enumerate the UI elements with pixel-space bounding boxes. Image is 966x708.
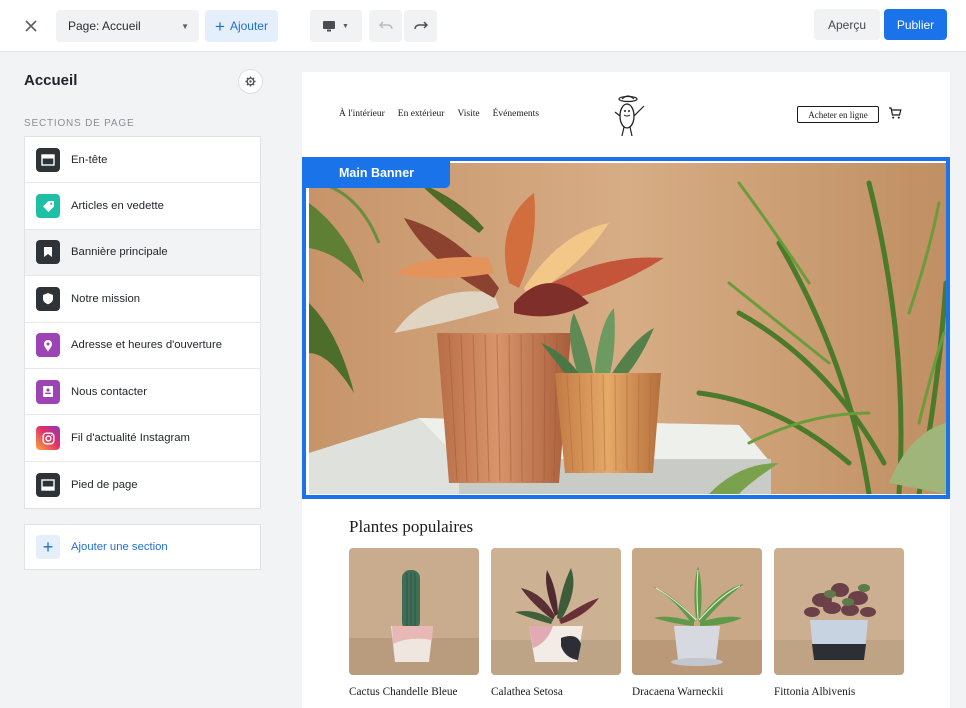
product-name[interactable]: Cactus Chandelle Bleue	[349, 686, 479, 698]
top-toolbar: Page: Accueil ▼ + Ajouter ▼ Aperçu Publi…	[0, 0, 966, 52]
cart-icon[interactable]	[888, 106, 902, 120]
section-item-label: Adresse et heures d'ouverture	[71, 339, 222, 352]
header-icon	[36, 147, 60, 172]
section-item-header[interactable]: En-tête	[25, 137, 260, 184]
section-item-footer[interactable]: Pied de page	[25, 462, 260, 508]
section-item-featured[interactable]: Articles en vedette	[25, 183, 260, 230]
undo-button[interactable]	[369, 10, 402, 42]
site-nav-link[interactable]: À l'intérieur	[339, 109, 385, 119]
popular-plants-title: Plantes populaires	[349, 517, 474, 536]
product-name[interactable]: Calathea Setosa	[491, 686, 621, 698]
section-item-contact[interactable]: Nous contacter	[25, 369, 260, 416]
tag-icon	[36, 194, 60, 219]
product-name[interactable]: Fittonia Albivenis	[774, 686, 904, 698]
add-button[interactable]: + Ajouter	[205, 10, 278, 42]
product-image[interactable]	[774, 548, 904, 675]
add-section-label: Ajouter une section	[71, 541, 168, 553]
redo-button[interactable]	[404, 10, 437, 42]
preview-button[interactable]: Aperçu	[814, 9, 880, 40]
device-view-button[interactable]: ▼	[310, 10, 362, 42]
product-name[interactable]: Dracaena Warneckii	[632, 686, 762, 698]
product-grid: Cactus Chandelle Bleue Calathea Setosa D…	[349, 548, 909, 708]
section-item-main-banner[interactable]: Bannière principale	[25, 229, 260, 277]
page-settings-button[interactable]	[238, 69, 263, 94]
footer-icon	[36, 472, 60, 497]
section-item-mission[interactable]: Notre mission	[25, 276, 260, 323]
main-banner-selection-outline	[302, 157, 950, 499]
desktop-icon	[323, 20, 336, 31]
site-nav-link[interactable]: En extérieur	[398, 109, 445, 119]
site-preview: À l'intérieur En extérieur Visite Événem…	[302, 72, 950, 708]
sidebar-title: Accueil	[24, 72, 78, 89]
add-button-label: Ajouter	[229, 19, 268, 33]
sections-caption: SECTIONS DE PAGE	[24, 118, 135, 129]
publish-button[interactable]: Publier	[884, 9, 947, 40]
plus-icon: +	[36, 535, 60, 559]
product-card[interactable]: Calathea Setosa	[491, 548, 621, 698]
close-icon	[25, 20, 37, 32]
site-nav-link[interactable]: Événements	[493, 109, 539, 119]
section-item-label: Articles en vedette	[71, 200, 164, 213]
section-item-label: Fil d'actualité Instagram	[71, 432, 190, 445]
product-card[interactable]: Cactus Chandelle Bleue	[349, 548, 479, 698]
product-image[interactable]	[491, 548, 621, 675]
section-item-address-hours[interactable]: Adresse et heures d'ouverture	[25, 323, 260, 369]
site-nav-link[interactable]: Visite	[457, 109, 479, 119]
plus-icon: +	[215, 16, 225, 36]
add-section-button[interactable]: + Ajouter une section	[24, 524, 261, 570]
instagram-icon	[36, 426, 60, 451]
product-card[interactable]: Dracaena Warneckii	[632, 548, 762, 698]
section-item-label: Bannière principale	[71, 246, 168, 259]
sidebar: Accueil SECTIONS DE PAGE En-tête Article…	[0, 52, 282, 708]
shield-icon	[36, 286, 60, 311]
bookmark-icon	[36, 240, 60, 265]
gear-icon	[245, 76, 256, 87]
undo-icon	[378, 21, 393, 30]
page-select-value: Page: Accueil	[68, 19, 141, 33]
product-image[interactable]	[349, 548, 479, 675]
close-button[interactable]	[14, 12, 48, 40]
section-item-label: Nous contacter	[71, 385, 147, 398]
product-card[interactable]: Fittonia Albivenis	[774, 548, 904, 698]
product-image[interactable]	[632, 548, 762, 675]
contact-card-icon	[36, 379, 60, 404]
site-nav: À l'intérieur En extérieur Visite Événem…	[339, 109, 539, 119]
chevron-down-icon: ▼	[342, 22, 349, 30]
site-logo[interactable]	[611, 94, 647, 138]
shop-online-button[interactable]: Acheter en ligne	[797, 106, 879, 123]
section-item-label: Pied de page	[71, 478, 138, 491]
section-item-label: Notre mission	[71, 292, 141, 305]
chevron-down-icon: ▼	[181, 21, 189, 31]
location-pin-icon	[36, 333, 60, 358]
redo-icon	[413, 21, 428, 30]
page-select[interactable]: Page: Accueil ▼	[56, 10, 199, 42]
section-item-label: En-tête	[71, 153, 108, 166]
section-list: En-tête Articles en vedette Bannière pri…	[24, 136, 261, 510]
section-item-instagram[interactable]: Fil d'actualité Instagram	[25, 415, 260, 462]
main-banner-label[interactable]: Main Banner	[302, 157, 450, 188]
